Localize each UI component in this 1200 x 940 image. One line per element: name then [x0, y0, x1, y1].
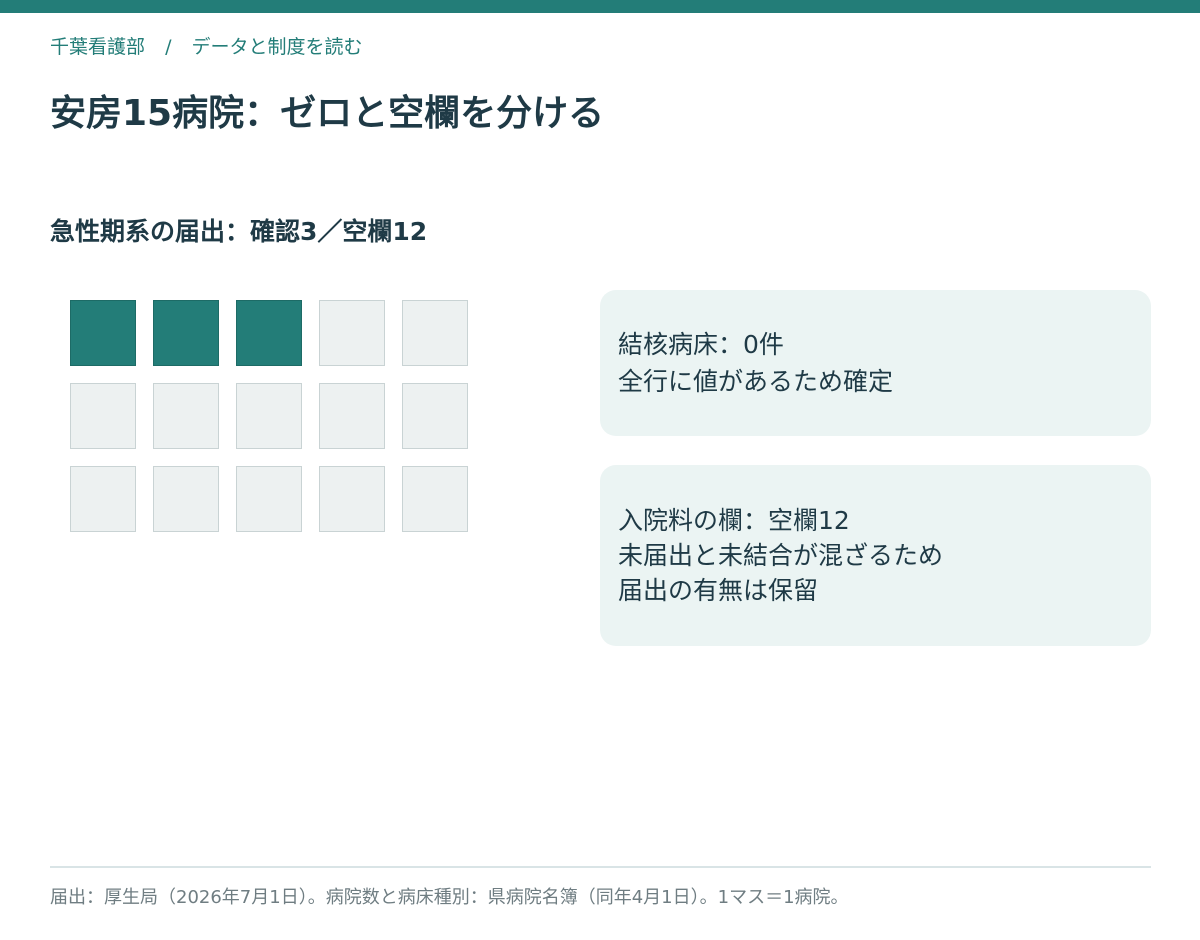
hospital-cell-blank [153, 466, 219, 532]
card-line: 全行に値があるため確定 [618, 367, 894, 396]
tuberculosis-beds-card: 結核病床：0件 全行に値があるため確定 [600, 290, 1151, 436]
hospital-cell-confirmed [236, 300, 302, 366]
card-line: 入院料の欄：空欄12 [618, 506, 850, 535]
section-heading: 急性期系の届出：確認3／空欄12 [50, 217, 428, 246]
hospital-cell-blank [153, 383, 219, 449]
admission-fee-card: 入院料の欄：空欄12 未届出と未結合が混ざるため 届出の有無は保留 [600, 465, 1151, 646]
hospital-cell-blank [402, 466, 468, 532]
breadcrumb-separator: / [165, 36, 172, 58]
hospital-cell-blank [402, 300, 468, 366]
top-accent-bar [0, 0, 1200, 13]
hospital-cell-confirmed [70, 300, 136, 366]
hospital-cell-blank [70, 383, 136, 449]
hospital-cell-blank [319, 466, 385, 532]
breadcrumb-category[interactable]: データと制度を読む [192, 36, 363, 58]
breadcrumb: 千葉看護部 / データと制度を読む [50, 32, 363, 59]
hospital-grid [70, 300, 468, 532]
hospital-cell-blank [402, 383, 468, 449]
footer-divider [50, 866, 1151, 868]
hospital-cell-blank [70, 466, 136, 532]
footer-source-note: 届出：厚生局（2026年7月1日）。病院数と病床種別：県病院名簿（同年4月1日）… [50, 887, 849, 908]
hospital-cell-blank [236, 466, 302, 532]
card-line: 届出の有無は保留 [618, 576, 819, 605]
breadcrumb-section[interactable]: 千葉看護部 [50, 36, 145, 58]
hospital-cell-blank [236, 383, 302, 449]
hospital-cell-blank [319, 300, 385, 366]
page-title: 安房15病院：ゼロと空欄を分ける [50, 93, 605, 134]
hospital-cell-confirmed [153, 300, 219, 366]
card-line: 結核病床：0件 [618, 330, 784, 359]
hospital-cell-blank [319, 383, 385, 449]
card-line: 未届出と未結合が混ざるため [618, 541, 944, 570]
